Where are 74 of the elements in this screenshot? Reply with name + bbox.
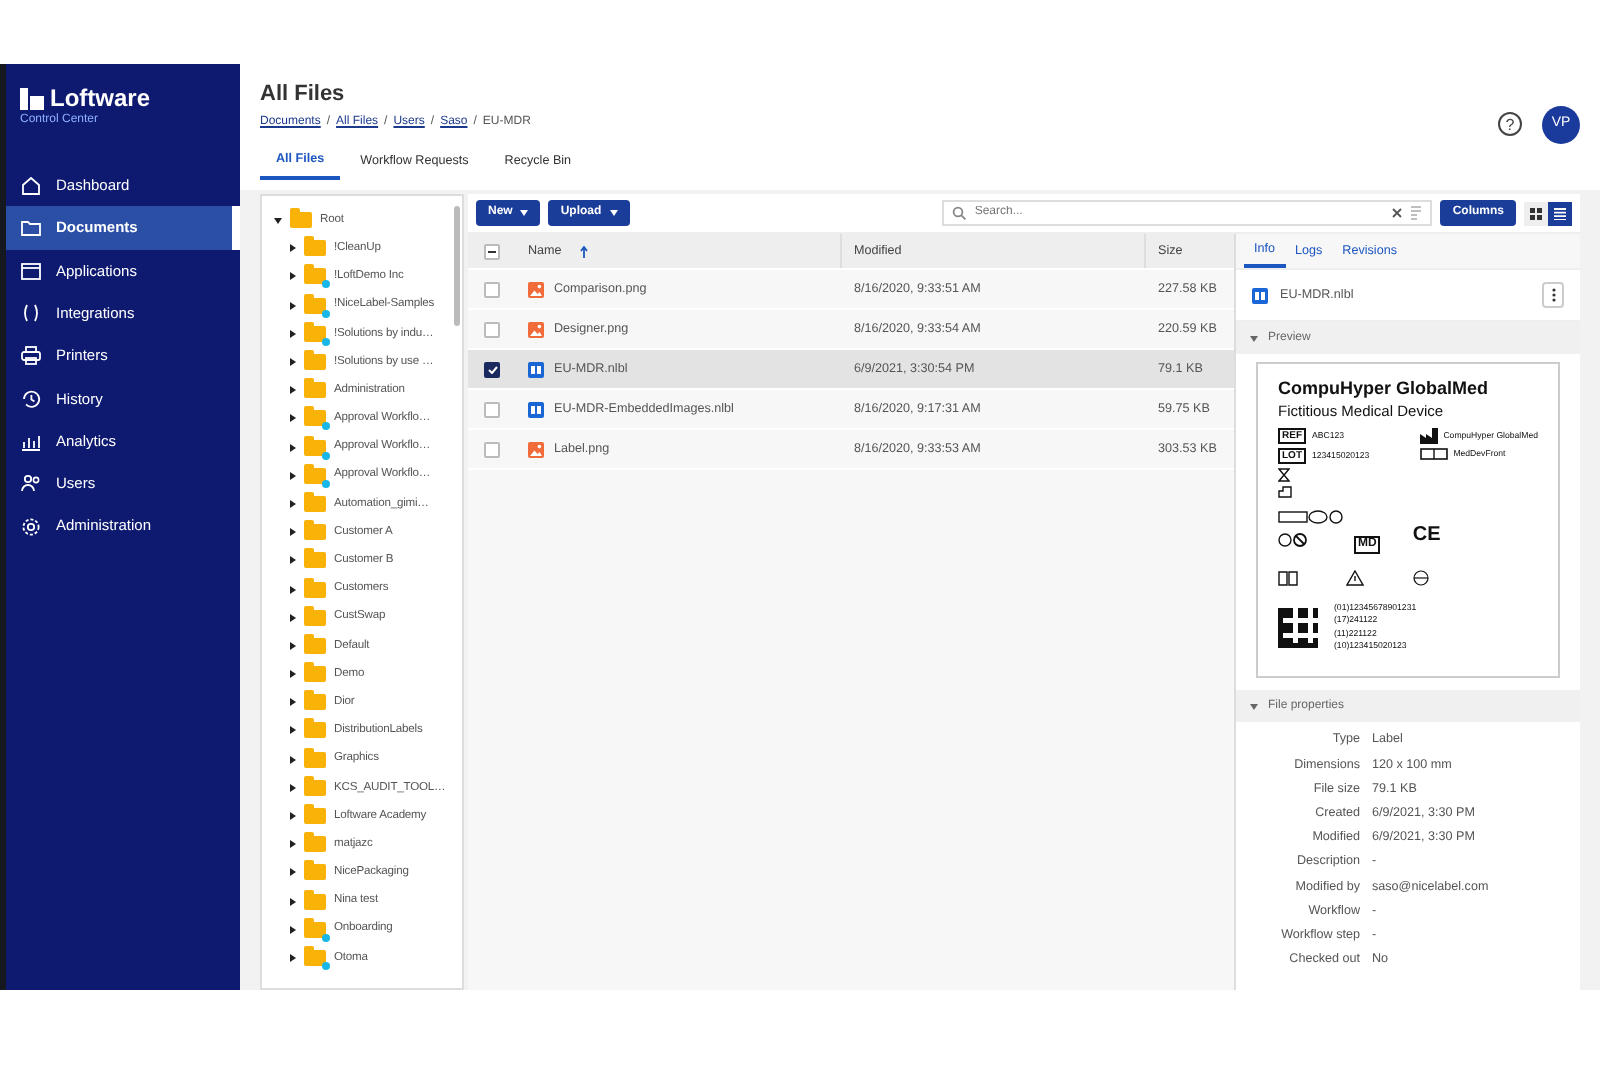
warning-icon — [1346, 570, 1364, 586]
instructions-icon — [1278, 570, 1298, 586]
collapsed-caret-icon[interactable] — [290, 726, 296, 735]
caret-icon — [1250, 335, 1258, 341]
page-title: All Files — [260, 82, 345, 107]
grid-icon — [1530, 207, 1542, 219]
more-options-button[interactable] — [1542, 282, 1564, 308]
row-checkbox[interactable] — [484, 281, 500, 297]
collapsed-caret-icon[interactable] — [290, 244, 296, 253]
label-title: CompuHyper GlobalMed — [1278, 380, 1489, 400]
collapsed-caret-icon[interactable] — [290, 443, 296, 452]
collapsed-caret-icon[interactable] — [290, 840, 296, 849]
logo-icon — [20, 87, 44, 109]
collapsed-caret-icon[interactable] — [290, 812, 296, 821]
collapsed-caret-icon[interactable] — [290, 528, 296, 537]
braces-icon — [20, 302, 42, 325]
row-checkbox[interactable] — [484, 441, 500, 457]
collapsed-caret-icon[interactable] — [290, 670, 296, 679]
search-icon — [952, 206, 967, 220]
collapsed-caret-icon[interactable] — [290, 698, 296, 707]
manufacture-date-icon — [1278, 486, 1292, 498]
printer-icon — [20, 344, 42, 367]
image-file-icon — [528, 281, 544, 297]
dose-icon — [1412, 570, 1430, 586]
users-icon — [20, 472, 42, 495]
collapsed-caret-icon[interactable] — [290, 613, 296, 622]
label-file-icon — [528, 401, 544, 417]
caret-icon — [1250, 703, 1258, 709]
collapsed-caret-icon[interactable] — [290, 783, 296, 792]
rep-box-icon — [1419, 448, 1448, 461]
collapsed-caret-icon[interactable] — [290, 556, 296, 565]
folder-icon — [20, 216, 42, 239]
window-icon — [20, 259, 42, 282]
collapsed-caret-icon[interactable] — [290, 953, 296, 962]
collapsed-caret-icon[interactable] — [290, 358, 296, 367]
data-matrix-code-drawing — [1278, 607, 1318, 648]
list-view-button[interactable] — [1548, 201, 1572, 225]
collapsed-caret-icon[interactable] — [290, 386, 296, 395]
collapsed-caret-icon[interactable] — [290, 329, 296, 338]
collapsed-caret-icon[interactable] — [290, 301, 296, 310]
collapsed-caret-icon[interactable] — [290, 272, 296, 281]
collapsed-caret-icon[interactable] — [290, 755, 296, 764]
check-icon — [487, 365, 497, 373]
row-checkbox[interactable] — [484, 401, 500, 417]
expanded-caret-icon[interactable] — [274, 217, 282, 224]
gear-icon — [20, 515, 42, 538]
history-icon — [20, 387, 42, 410]
collapsed-caret-icon[interactable] — [290, 585, 296, 594]
collapsed-caret-icon[interactable] — [290, 414, 296, 423]
image-file-icon — [528, 321, 544, 337]
hourglass-icon — [1278, 468, 1290, 482]
factory-icon — [1419, 428, 1438, 444]
label-file-icon — [1252, 287, 1268, 303]
minus-icon — [488, 249, 496, 253]
collapsed-caret-icon[interactable] — [290, 641, 296, 650]
image-file-icon — [528, 441, 544, 457]
collapsed-caret-icon[interactable] — [290, 868, 296, 877]
logo-text: Loftware — [50, 86, 151, 110]
collapsed-caret-icon[interactable] — [290, 471, 296, 480]
row-checkbox[interactable] — [484, 361, 500, 377]
collapsed-caret-icon[interactable] — [290, 499, 296, 508]
close-icon — [1392, 208, 1403, 218]
grid-view-button[interactable] — [1524, 201, 1548, 225]
ce-mark: CE — [1412, 521, 1441, 549]
collapsed-caret-icon[interactable] — [290, 897, 296, 906]
scrollbar-thumb[interactable] — [454, 206, 460, 326]
label-file-icon — [528, 361, 544, 377]
home-icon — [20, 174, 42, 197]
select-all-checkbox[interactable] — [484, 243, 500, 259]
collapsed-caret-icon[interactable] — [290, 925, 296, 934]
filter-icon — [1410, 206, 1423, 220]
row-checkbox[interactable] — [484, 321, 500, 337]
list-icon — [1554, 207, 1566, 219]
help-button[interactable]: ? — [1498, 112, 1522, 136]
